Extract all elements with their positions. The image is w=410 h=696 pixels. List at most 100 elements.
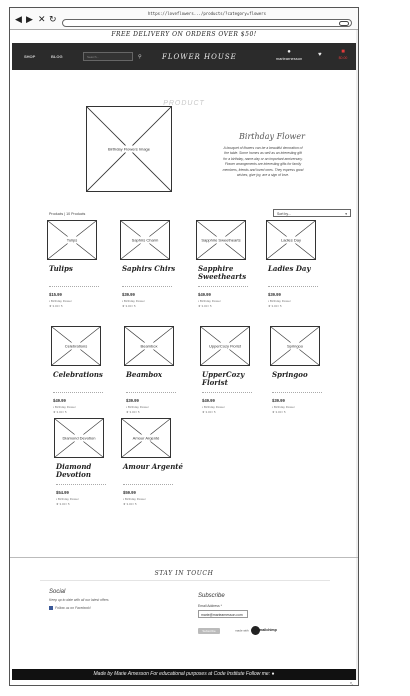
product-image[interactable]: Amour Argenté bbox=[121, 418, 171, 458]
featured-image-label: Birthday Flowers Image bbox=[87, 145, 171, 153]
product-rating: ★ 3.00 / 5 bbox=[202, 410, 225, 415]
sort-label: Sort by... bbox=[277, 212, 291, 216]
github-icon[interactable]: ● bbox=[271, 671, 274, 677]
resize-handle-icon[interactable]: ⤡ bbox=[350, 682, 354, 685]
account-menu[interactable]: ● mariearnesson bbox=[270, 49, 308, 61]
close-icon[interactable]: ✕ bbox=[38, 16, 46, 25]
subscribe-button[interactable]: Subscribe bbox=[198, 628, 220, 634]
bag-total: $0.00 bbox=[338, 56, 348, 60]
product-meta: ▪ Birthday Flower ★ 3.00 / 5 bbox=[53, 405, 76, 415]
email-field[interactable]: marie@mariearnesson.com bbox=[198, 610, 248, 618]
product-price: $59.99 bbox=[123, 490, 136, 495]
social-heading: Social bbox=[49, 589, 66, 595]
product-meta: ▪ Birthday Flower ★ 3.00 / 5 bbox=[56, 497, 79, 507]
category-label: Birthday Flower bbox=[54, 405, 76, 409]
product-image-label: Amour Argenté bbox=[122, 434, 170, 442]
social-text: Keep up to date with all our latest offe… bbox=[49, 598, 109, 602]
product-image-label: Celebrations bbox=[52, 342, 100, 350]
address-bar[interactable]: https://loveflowers.../products/?categor… bbox=[62, 11, 352, 27]
product-name[interactable]: Diamond Devotion bbox=[56, 463, 116, 479]
nav-blog[interactable]: BLOG bbox=[51, 54, 63, 59]
product-name[interactable]: Amour Argenté bbox=[123, 463, 183, 471]
product-rating: ★ 3.00 / 5 bbox=[272, 410, 295, 415]
scrollbar[interactable] bbox=[356, 30, 358, 680]
newsletter-title: STAY IN TOUCH bbox=[154, 570, 214, 577]
rating-label: 3.00 / 5 bbox=[205, 410, 216, 414]
rating-label: 3.00 / 5 bbox=[56, 410, 67, 414]
sort-select[interactable]: Sort by... ▾ bbox=[273, 209, 351, 217]
product-name[interactable]: Sapphire Sweethearts bbox=[198, 265, 258, 281]
divider bbox=[53, 392, 103, 393]
product-image-label: Beambox bbox=[125, 342, 173, 350]
powered-by-label: made with bbox=[235, 628, 249, 633]
product-image[interactable]: Tulips bbox=[47, 220, 97, 260]
product-rating: ★ 3.00 / 5 bbox=[126, 410, 149, 415]
product-price: $49.99 bbox=[198, 292, 211, 297]
browser-window: ◀ ▶ ✕ ↻ https://loveflowers.../products/… bbox=[9, 7, 359, 686]
divider bbox=[198, 286, 248, 287]
mailchimp-logo: mailchimp bbox=[259, 628, 277, 632]
product-image[interactable]: Springoo bbox=[270, 326, 320, 366]
product-name[interactable]: Springoo bbox=[272, 371, 332, 379]
divider bbox=[10, 557, 358, 558]
divider bbox=[272, 392, 322, 393]
reload-icon[interactable]: ↻ bbox=[49, 16, 57, 25]
divider bbox=[202, 392, 252, 393]
product-price: $15.99 bbox=[49, 292, 62, 297]
search-icon[interactable]: ⚲ bbox=[138, 54, 142, 60]
product-name[interactable]: Ladies Day bbox=[268, 265, 328, 273]
product-name[interactable]: UpperCozy Florist bbox=[202, 371, 262, 387]
heart-icon[interactable]: ♥ bbox=[318, 52, 322, 58]
product-image[interactable]: Beambox bbox=[124, 326, 174, 366]
product-rating: ★ 3.00 / 5 bbox=[53, 410, 76, 415]
url-text: https://loveflowers.../products/?categor… bbox=[147, 11, 266, 16]
category-label: Birthday Flower bbox=[203, 405, 225, 409]
footer-text: Made by Marie Arnesson For educational p… bbox=[93, 671, 271, 677]
shopping-bag[interactable]: ■ $0.00 bbox=[335, 49, 351, 60]
divider bbox=[268, 286, 318, 287]
product-meta: ▪ Birthday Flower ★ 3.00 / 5 bbox=[49, 299, 72, 309]
product-image-label: Saphirs Charm bbox=[121, 236, 169, 244]
product-name[interactable]: Beambox bbox=[126, 371, 186, 379]
rating-label: 3.00 / 5 bbox=[59, 502, 70, 506]
category-label: Birthday Flower bbox=[269, 299, 291, 303]
product-rating: ★ 3.00 / 5 bbox=[268, 304, 291, 309]
site-footer: Made by Marie Arnesson For educational p… bbox=[12, 669, 356, 680]
product-name[interactable]: Tulips bbox=[49, 265, 109, 273]
product-name[interactable]: Celebrations bbox=[53, 371, 113, 379]
product-image[interactable]: Sapphire Sweethearts bbox=[196, 220, 246, 260]
product-meta: ▪ Birthday Flower ★ 3.00 / 5 bbox=[123, 497, 146, 507]
product-image-label: Tulips bbox=[48, 236, 96, 244]
divider bbox=[123, 484, 173, 485]
subscribe-heading: Subscribe bbox=[198, 593, 225, 599]
product-name[interactable]: Saphirs Chirs bbox=[122, 265, 182, 273]
product-image[interactable]: Ladies Day bbox=[266, 220, 316, 260]
category-label: Birthday Flower bbox=[127, 405, 149, 409]
nav-shop[interactable]: SHOP bbox=[24, 54, 35, 59]
product-image-label: Sapphire Sweethearts bbox=[197, 236, 245, 244]
chevron-down-icon: ▾ bbox=[345, 212, 347, 216]
arrow-right-icon[interactable]: ▶ bbox=[26, 16, 33, 25]
product-image-label: Diamond Devotion bbox=[55, 434, 103, 442]
product-image[interactable]: UpperCozy Florist bbox=[200, 326, 250, 366]
product-rating: ★ 3.00 / 5 bbox=[49, 304, 72, 309]
divider bbox=[40, 580, 330, 581]
product-image[interactable]: Diamond Devotion bbox=[54, 418, 104, 458]
account-name: mariearnesson bbox=[275, 56, 303, 61]
arrow-left-icon[interactable]: ◀ bbox=[15, 16, 22, 25]
toggle-icon[interactable] bbox=[339, 21, 349, 26]
category-label: Birthday Flower bbox=[124, 497, 146, 501]
product-image-label: Ladies Day bbox=[267, 236, 315, 244]
product-image[interactable]: Saphirs Charm bbox=[120, 220, 170, 260]
product-meta: ▪ Birthday Flower ★ 3.00 / 5 bbox=[126, 405, 149, 415]
search-placeholder: Search... bbox=[87, 55, 100, 59]
search-input[interactable]: Search... bbox=[83, 52, 133, 61]
product-meta: ▪ Birthday Flower ★ 3.00 / 5 bbox=[198, 299, 221, 309]
site-logo[interactable]: FLOWER HOUSE bbox=[162, 53, 237, 61]
rating-label: 3.00 / 5 bbox=[125, 304, 136, 308]
rating-label: 3.00 / 5 bbox=[52, 304, 63, 308]
product-image-label: UpperCozy Florist bbox=[201, 342, 249, 350]
product-count: Products | 10 Products bbox=[49, 212, 86, 216]
product-image[interactable]: Celebrations bbox=[51, 326, 101, 366]
facebook-link[interactable]: Follow us on Facebook! bbox=[49, 606, 91, 611]
